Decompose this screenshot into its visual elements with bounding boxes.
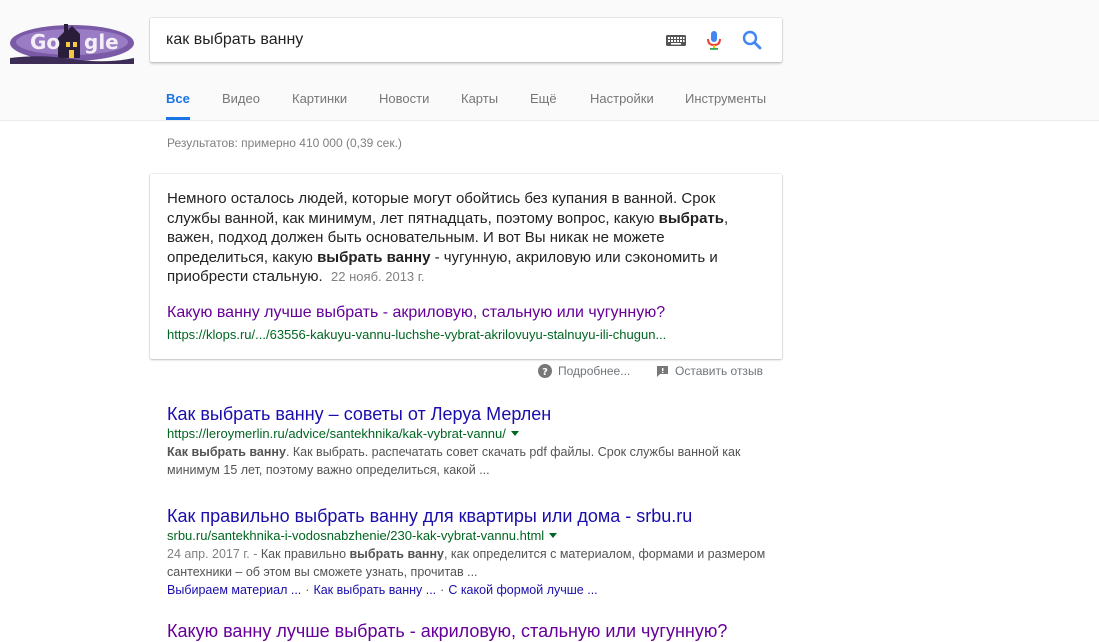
feedback-link[interactable]: Оставить отзыв: [656, 364, 763, 378]
snippet-date: 22 нояб. 2013 г.: [331, 269, 425, 284]
tab-maps[interactable]: Карты: [461, 80, 498, 118]
svg-text:Go: Go: [30, 30, 60, 54]
tab-video[interactable]: Видео: [222, 80, 260, 118]
result-url: https://leroymerlin.ru/advice/santekhnik…: [167, 425, 767, 443]
snippet-url: https://klops.ru/.../63556-kakuyu-vannu-…: [167, 327, 667, 342]
tab-news[interactable]: Новости: [379, 80, 429, 118]
search-result: Как выбрать ванну – советы от Леруа Мерл…: [167, 403, 767, 479]
snippet-link[interactable]: Какую ванну лучше выбрать - акриловую, с…: [167, 304, 665, 322]
result-url: srbu.ru/santekhnika-i-vodosnabzhenie/230…: [167, 527, 767, 545]
result-sitelinks: Выбираем материал ... · Как выбрать ванну …: [167, 583, 598, 597]
sitelink[interactable]: С какой формой лучше ...: [448, 583, 597, 597]
feedback-icon: [657, 366, 668, 377]
search-input[interactable]: [166, 18, 646, 62]
tab-tools[interactable]: Инструменты: [685, 80, 766, 118]
search-icon[interactable]: [740, 29, 764, 51]
url-menu-caret-icon[interactable]: [510, 431, 519, 436]
result-title[interactable]: Как правильно выбрать ванну для квартиры…: [167, 505, 767, 527]
svg-text:?: ?: [542, 367, 548, 378]
tab-settings[interactable]: Настройки: [590, 80, 654, 118]
result-title[interactable]: Как выбрать ванну – советы от Леруа Мерл…: [167, 403, 767, 425]
svg-text:gle: gle: [84, 30, 119, 54]
result-title[interactable]: Какую ванну лучше выбрать - акриловую, с…: [167, 620, 767, 642]
tab-all[interactable]: Все: [166, 80, 190, 120]
url-menu-caret-icon[interactable]: [549, 533, 558, 538]
search-box: [150, 18, 782, 62]
search-result: Какую ванну лучше выбрать - акриловую, с…: [167, 620, 767, 642]
keyboard-icon[interactable]: [664, 29, 688, 51]
tab-more[interactable]: Ещё: [530, 80, 557, 118]
tab-images[interactable]: Картинки: [292, 80, 347, 118]
sitelink[interactable]: Выбираем материал ...: [167, 583, 301, 597]
result-description: Как выбрать ванну. Как выбрать. распечат…: [167, 445, 741, 477]
microphone-icon[interactable]: [702, 29, 726, 51]
result-description: 24 апр. 2017 г. - Как правильно выбрать …: [167, 547, 766, 579]
featured-snippet: Немного осталось людей, которые могут об…: [150, 174, 782, 359]
search-result: Как правильно выбрать ванну для квартиры…: [167, 505, 767, 599]
help-icon: ?: [538, 364, 552, 378]
sitelink[interactable]: Как выбрать ванну ...: [313, 583, 436, 597]
result-stats: Результатов: примерно 410 000 (0,39 сек.…: [167, 136, 402, 150]
snippet-text: Немного осталось людей, которые могут об…: [167, 190, 729, 285]
google-doodle-logo[interactable]: Go gle: [10, 18, 134, 64]
more-info-link[interactable]: ? Подробнее...: [538, 364, 630, 378]
result-date: 24 апр. 2017 г. -: [167, 547, 258, 561]
